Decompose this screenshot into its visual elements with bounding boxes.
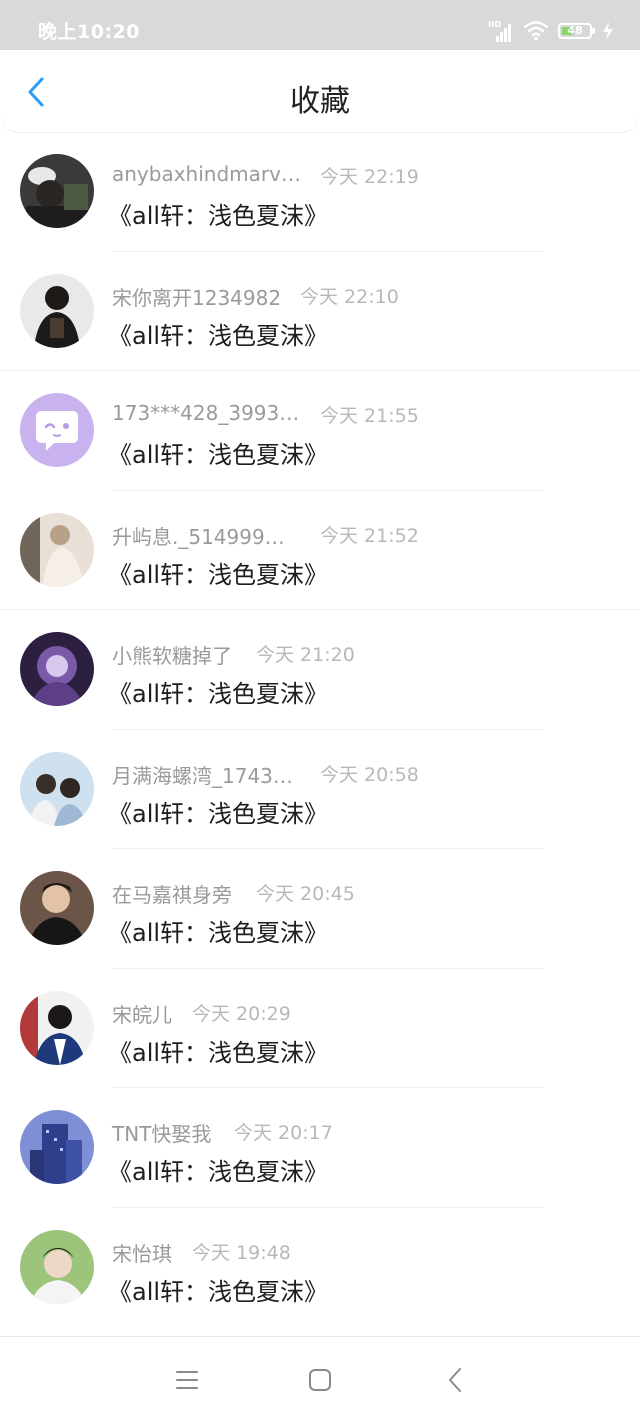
book-title[interactable]: 《all轩：浅色夏沫》: [108, 913, 328, 948]
username[interactable]: 月满海螺湾_1743…: [112, 760, 293, 789]
favorite-item[interactable]: 在马嘉祺身旁 今天 20:45 《all轩：浅色夏沫》: [0, 849, 640, 969]
home-icon: [309, 1369, 331, 1391]
timestamp: 今天 21:52: [320, 524, 419, 547]
timestamp: 今天 21:55: [320, 405, 419, 427]
favorite-item[interactable]: 宋怡琪 今天 19:48 《all轩：浅色夏沫》: [0, 1208, 640, 1328]
timestamp: 今天 21:20: [256, 644, 355, 666]
favorite-item[interactable]: 升屿息._514999… 今天 21:52 《all轩：浅色夏沫》: [0, 491, 640, 610]
page-title: 收藏: [290, 84, 350, 119]
username[interactable]: 在马嘉祺身旁: [112, 879, 232, 908]
timestamp: 今天 22:19: [320, 166, 419, 188]
battery-level: 48: [567, 24, 583, 37]
timestamp: 今天 20:45: [256, 883, 355, 905]
favorites-list: anybaxhindmarv… 今天 22:19 《all轩：浅色夏沫》 宋你离…: [0, 132, 640, 1327]
favorite-item[interactable]: TNT快娶我 今天 20:17 《all轩：浅色夏沫》: [0, 1088, 640, 1208]
timestamp: 今天 22:10: [300, 285, 399, 308]
username[interactable]: 升屿息._514999…: [112, 521, 285, 550]
favorite-item[interactable]: anybaxhindmarv… 今天 22:19 《all轩：浅色夏沫》: [0, 132, 640, 252]
timestamp: 今天 20:58: [320, 763, 419, 786]
book-title[interactable]: 《all轩：浅色夏沫》: [108, 1152, 328, 1187]
avatar[interactable]: [20, 1110, 94, 1184]
app-header: 收藏: [0, 50, 640, 132]
book-title[interactable]: 《all轩：浅色夏沫》: [108, 674, 328, 709]
timestamp: 今天 20:29: [192, 1002, 291, 1025]
username[interactable]: 宋你离开1234982: [112, 282, 281, 311]
book-title[interactable]: 《all轩：浅色夏沫》: [108, 435, 328, 470]
favorite-item[interactable]: 小熊软糖掉了 今天 21:20 《all轩：浅色夏沫》: [0, 610, 640, 730]
username[interactable]: 小熊软糖掉了: [112, 640, 232, 669]
avatar[interactable]: [20, 632, 94, 706]
avatar[interactable]: [20, 871, 94, 945]
username[interactable]: TNT快娶我: [112, 1118, 211, 1147]
status-bar: 晚上10:20 HD 48: [0, 0, 640, 50]
avatar[interactable]: [20, 990, 94, 1065]
signal-icon: HD: [488, 20, 514, 42]
avatar[interactable]: [20, 273, 94, 348]
avatar[interactable]: [20, 751, 94, 826]
avatar[interactable]: [20, 393, 94, 467]
default-chat-avatar-icon: [20, 393, 94, 467]
username[interactable]: anybaxhindmarv…: [112, 162, 301, 186]
status-time: 晚上10:20: [38, 21, 140, 43]
system-nav-bar: [0, 1336, 640, 1422]
menu-button[interactable]: [172, 1365, 202, 1395]
menu-icon: [176, 1371, 198, 1389]
timestamp: 今天 20:17: [234, 1122, 333, 1144]
battery-icon: 48: [558, 23, 595, 39]
nav-back-button[interactable]: [440, 1365, 470, 1395]
wifi-icon: [524, 21, 548, 41]
book-title[interactable]: 《all轩：浅色夏沫》: [108, 196, 328, 231]
charging-icon: [603, 22, 613, 40]
username[interactable]: 173***428_3993…: [112, 401, 299, 425]
book-title[interactable]: 《all轩：浅色夏沫》: [108, 1033, 328, 1068]
book-title[interactable]: 《all轩：浅色夏沫》: [108, 316, 328, 351]
favorite-item[interactable]: 月满海螺湾_1743… 今天 20:58 《all轩：浅色夏沫》: [0, 730, 640, 849]
favorite-item[interactable]: 173***428_3993… 今天 21:55 《all轩：浅色夏沫》: [0, 371, 640, 491]
status-icons: HD 48: [488, 18, 614, 44]
favorite-item[interactable]: 宋你离开1234982 今天 22:10 《all轩：浅色夏沫》: [0, 252, 640, 371]
avatar[interactable]: [20, 154, 94, 228]
book-title[interactable]: 《all轩：浅色夏沫》: [108, 555, 328, 590]
favorite-item[interactable]: 宋皖儿 今天 20:29 《all轩：浅色夏沫》: [0, 969, 640, 1088]
timestamp: 今天 19:48: [192, 1241, 291, 1264]
home-button[interactable]: [305, 1365, 335, 1395]
network-type-label: HD: [488, 20, 502, 29]
username[interactable]: 宋怡琪: [112, 1238, 172, 1267]
book-title[interactable]: 《all轩：浅色夏沫》: [108, 1272, 328, 1307]
avatar[interactable]: [20, 1229, 94, 1304]
back-icon: [449, 1368, 461, 1392]
book-title[interactable]: 《all轩：浅色夏沫》: [108, 794, 328, 829]
avatar[interactable]: [20, 512, 94, 587]
username[interactable]: 宋皖儿: [112, 999, 172, 1028]
